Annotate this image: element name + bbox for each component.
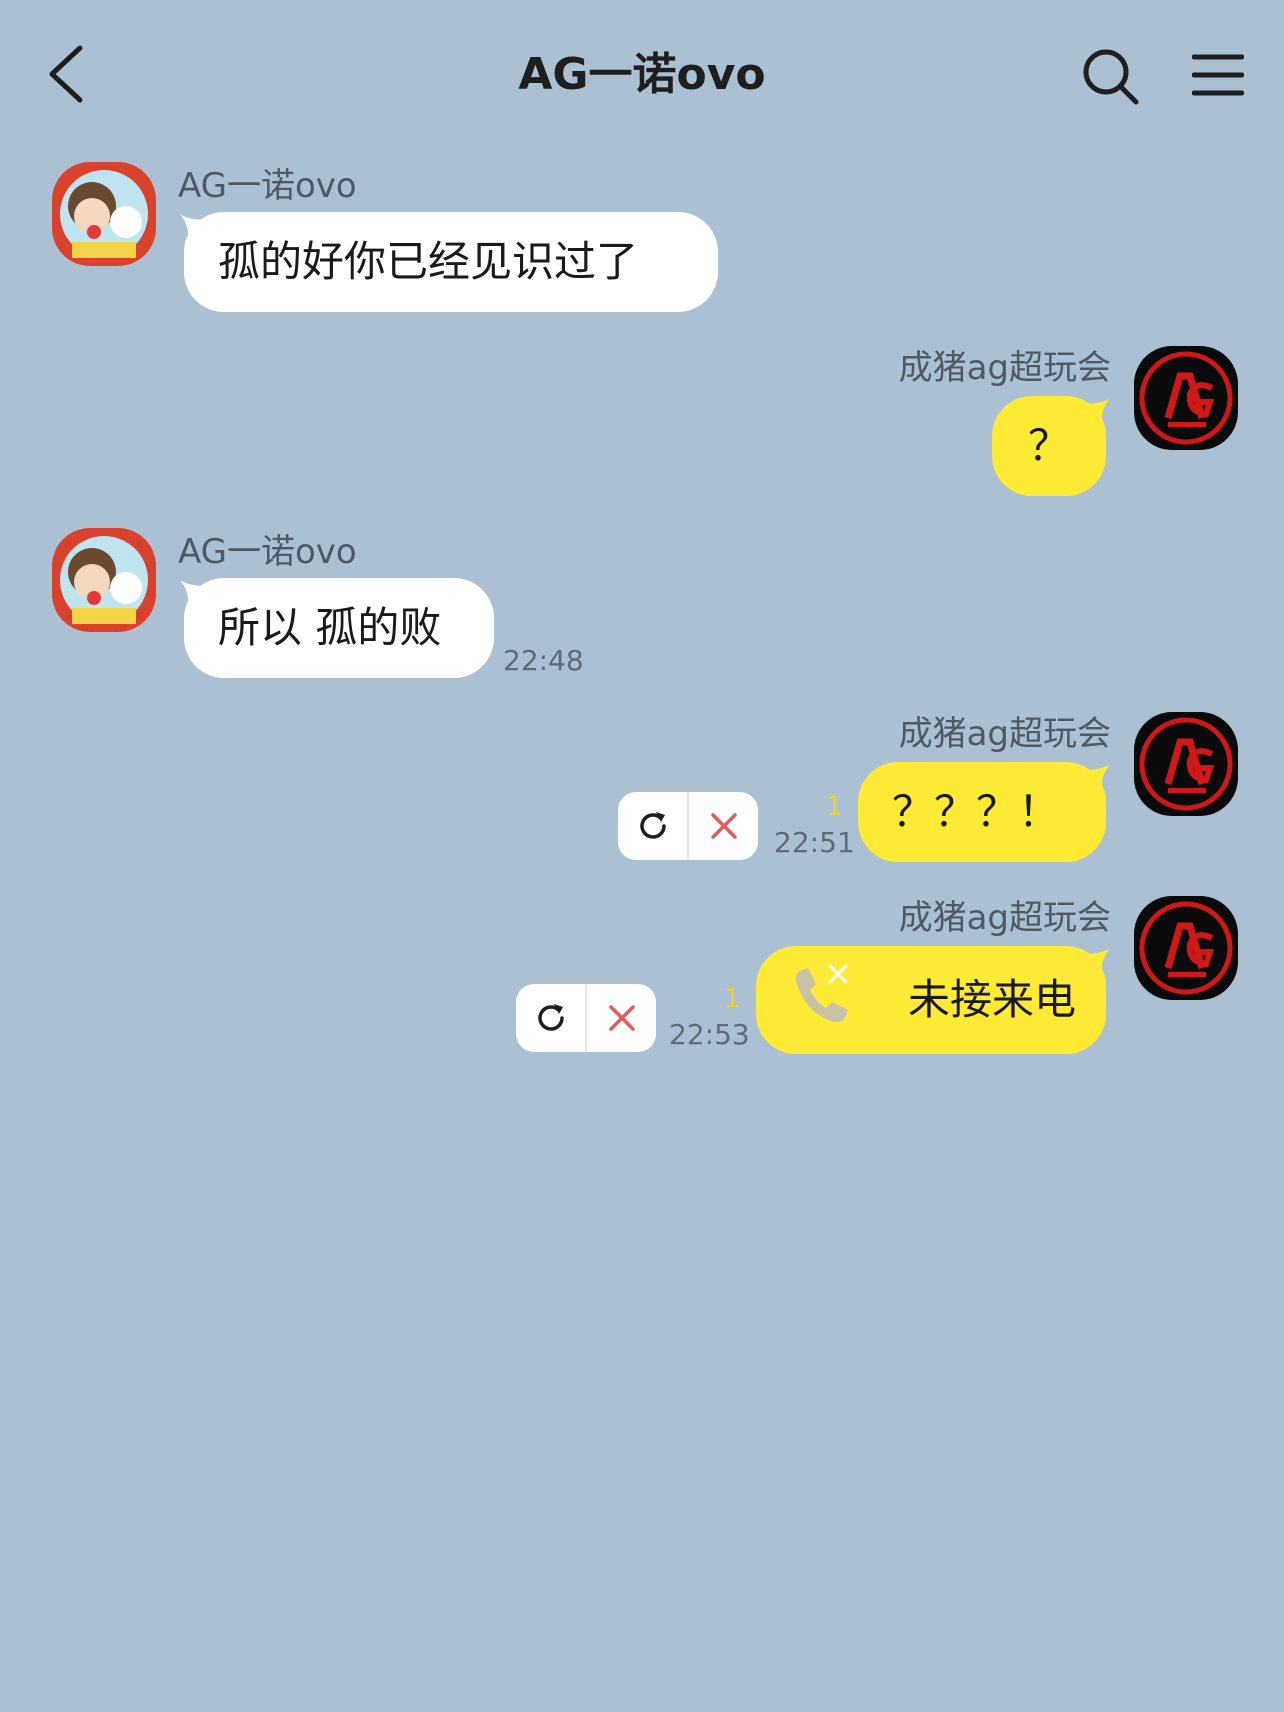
anime-avatar-icon xyxy=(52,162,156,266)
delete-message-button[interactable] xyxy=(585,984,656,1052)
ag-logo-icon xyxy=(1134,712,1238,816)
message-text: ？？？！ xyxy=(892,787,1061,836)
refresh-icon xyxy=(537,1004,564,1031)
ag-logo-icon xyxy=(1134,896,1238,1000)
message-text: ？ xyxy=(1027,421,1070,470)
message-time: 22:51 xyxy=(774,826,855,859)
message-text: 未接来电 xyxy=(907,975,1076,1024)
message-time: 22:48 xyxy=(503,644,584,677)
failed-message-actions xyxy=(516,984,656,1052)
message-bubble[interactable]: 所以 孤的败 xyxy=(184,578,494,678)
missed-call-bubble[interactable]: 未接来电 xyxy=(756,946,1106,1054)
message-bubble[interactable]: ？？？！ xyxy=(858,762,1106,862)
unread-count: 1 xyxy=(724,984,741,1014)
contact-avatar[interactable] xyxy=(52,528,156,632)
anime-avatar-icon xyxy=(52,528,156,632)
my-avatar[interactable] xyxy=(1134,896,1238,1000)
missed-call-icon xyxy=(795,964,848,1023)
message-bubble[interactable]: ？ xyxy=(992,396,1106,496)
refresh-icon xyxy=(639,812,666,839)
message-bubble[interactable]: 孤的好你已经见识过了 xyxy=(184,212,718,312)
hamburger-menu-icon[interactable] xyxy=(1192,52,1244,98)
sender-name: AG一诺ovo xyxy=(178,166,357,206)
message-time: 22:53 xyxy=(669,1018,750,1051)
message-text: 所以 孤的败 xyxy=(218,603,442,652)
sender-name: AG一诺ovo xyxy=(178,532,357,572)
my-avatar[interactable] xyxy=(1134,712,1238,816)
my-avatar[interactable] xyxy=(1134,346,1238,450)
delete-message-button[interactable] xyxy=(687,792,758,860)
contact-avatar[interactable] xyxy=(52,162,156,266)
ag-logo-icon xyxy=(1134,346,1238,450)
close-icon xyxy=(710,813,737,839)
resend-button[interactable] xyxy=(618,792,687,860)
sender-name: 成猪ag超玩会 xyxy=(898,714,1111,754)
close-icon xyxy=(608,1005,635,1031)
sender-name: 成猪ag超玩会 xyxy=(898,348,1111,388)
resend-button[interactable] xyxy=(516,984,585,1052)
message-text: 孤的好你已经见识过了 xyxy=(218,237,639,286)
failed-message-actions xyxy=(618,792,758,860)
search-icon[interactable] xyxy=(1082,48,1140,106)
chat-header: AG一诺ovo xyxy=(0,0,1284,150)
unread-count: 1 xyxy=(826,792,843,822)
sender-name: 成猪ag超玩会 xyxy=(898,898,1111,938)
